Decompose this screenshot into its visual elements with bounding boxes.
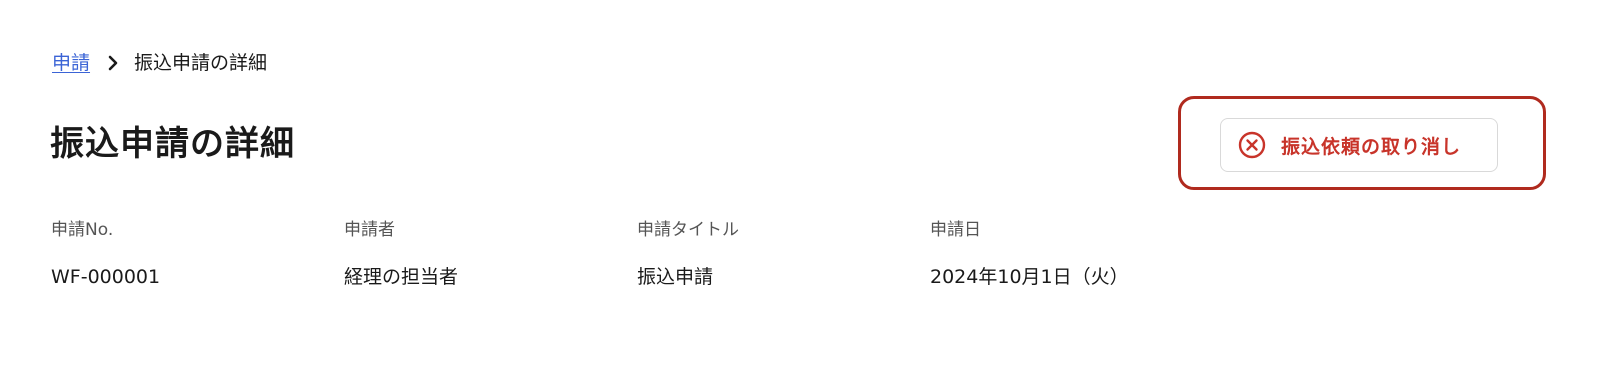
field-label: 申請タイトル	[637, 220, 739, 240]
circle-x-icon	[1238, 131, 1266, 159]
field-application-date: 申請日 2024年10月1日（火）	[930, 218, 1129, 290]
field-label: 申請者	[344, 220, 395, 240]
field-application-title: 申請タイトル 振込申請	[637, 218, 739, 290]
page: 申請 振込申請の詳細 振込申請の詳細 振込依頼の取り消し 申請No. WF-00…	[0, 0, 1600, 384]
field-label: 申請No.	[51, 220, 114, 240]
cancel-transfer-label: 振込依頼の取り消し	[1281, 136, 1462, 158]
field-value: 振込申請	[637, 266, 714, 288]
field-value: 2024年10月1日（火）	[930, 266, 1129, 288]
cancel-transfer-button[interactable]: 振込依頼の取り消し	[1220, 118, 1498, 172]
breadcrumb: 申請 振込申請の詳細	[52, 50, 267, 76]
breadcrumb-current: 振込申請の詳細	[134, 52, 268, 74]
field-value: 経理の担当者	[344, 266, 459, 288]
page-title: 振込申請の詳細	[50, 124, 295, 164]
field-label: 申請日	[930, 220, 981, 240]
breadcrumb-link-applications[interactable]: 申請	[52, 50, 90, 76]
field-application-no: 申請No. WF-000001	[51, 218, 160, 290]
field-value: WF-000001	[51, 266, 161, 288]
chevron-right-icon	[108, 55, 118, 71]
field-applicant: 申請者 経理の担当者	[344, 218, 458, 290]
